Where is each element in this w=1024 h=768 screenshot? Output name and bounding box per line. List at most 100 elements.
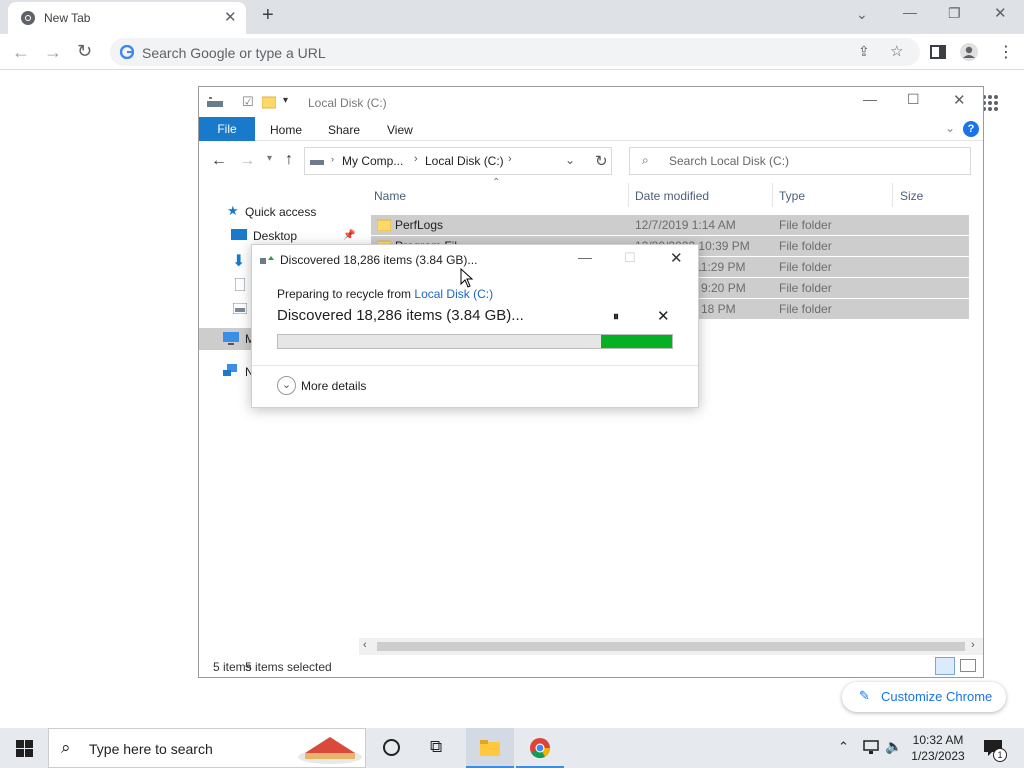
- desktop-icon: [231, 229, 247, 240]
- breadcrumb-local-disk[interactable]: Local Disk (C:): [425, 154, 504, 168]
- reload-icon[interactable]: ↻: [77, 41, 92, 62]
- taskbar-file-explorer[interactable]: [466, 728, 514, 768]
- bookmark-star-icon[interactable]: ☆: [890, 42, 903, 60]
- taskbar-search-box[interactable]: ⌕ Type here to search: [48, 728, 366, 768]
- profile-avatar-icon[interactable]: [960, 43, 978, 61]
- breadcrumb-separator-icon: ›: [508, 153, 512, 165]
- column-size[interactable]: Size: [900, 189, 923, 203]
- refresh-icon[interactable]: ↻: [595, 152, 608, 170]
- properties-icon[interactable]: ☑: [242, 94, 254, 110]
- recent-locations-icon[interactable]: ▾: [267, 153, 272, 164]
- nav-quick-access[interactable]: Quick access: [245, 205, 316, 219]
- help-icon[interactable]: ?: [963, 121, 979, 137]
- column-name[interactable]: Name: [374, 189, 406, 203]
- tab-title: New Tab: [44, 11, 91, 25]
- explorer-search-box[interactable]: ⌕ Search Local Disk (C:): [629, 147, 971, 175]
- explorer-minimize-icon[interactable]: —: [863, 91, 877, 107]
- windows-taskbar: ⌕ Type here to search ⧉ ⌃ 🔈 10:32 AM 1/2…: [0, 728, 1024, 768]
- google-apps-icon[interactable]: [982, 95, 998, 111]
- tab-close-icon[interactable]: ✕: [224, 8, 237, 26]
- google-icon: [120, 45, 134, 59]
- ribbon-tab-home[interactable]: Home: [270, 123, 302, 137]
- browser-tab[interactable]: New Tab ✕: [8, 2, 246, 34]
- cortana-icon[interactable]: [383, 739, 400, 756]
- documents-icon: [235, 278, 245, 291]
- column-divider[interactable]: [628, 183, 629, 207]
- close-window-icon[interactable]: ✕: [994, 4, 1007, 22]
- mouse-cursor-icon: [460, 268, 474, 288]
- ribbon-expand-icon[interactable]: ⌄: [945, 121, 955, 135]
- progress-bar-fill: [601, 335, 672, 348]
- file-explorer-icon: [480, 740, 500, 756]
- column-type[interactable]: Type: [779, 189, 805, 203]
- new-folder-icon[interactable]: [262, 95, 276, 109]
- address-dropdown-icon[interactable]: ⌄: [565, 153, 575, 167]
- new-tab-icon[interactable]: +: [262, 4, 274, 27]
- row-date: 18 PM: [701, 302, 736, 316]
- tab-search-chevron-icon[interactable]: ⌄: [856, 6, 868, 23]
- ribbon-tab-view[interactable]: View: [387, 123, 413, 137]
- cancel-operation-icon[interactable]: ✕: [657, 307, 670, 325]
- source-location-link[interactable]: Local Disk (C:): [414, 287, 493, 301]
- details-view-icon[interactable]: [935, 657, 955, 675]
- search-icon: ⌕: [61, 738, 71, 757]
- column-divider[interactable]: [892, 183, 893, 207]
- taskbar-clock[interactable]: 10:32 AM 1/23/2023: [906, 732, 970, 764]
- forward-icon[interactable]: →: [44, 42, 62, 63]
- downloads-icon: ⬇: [232, 253, 246, 270]
- dialog-status: Discovered 18,286 items (3.84 GB)...: [277, 307, 524, 324]
- breadcrumb-this-pc[interactable]: My Comp...: [342, 154, 403, 168]
- minimize-icon[interactable]: —: [903, 4, 917, 20]
- side-panel-icon[interactable]: [930, 44, 946, 60]
- taskbar-chrome[interactable]: [516, 728, 564, 768]
- large-icons-view-icon[interactable]: [960, 659, 976, 672]
- show-hidden-icons-icon[interactable]: ⌃: [838, 739, 849, 755]
- dialog-separator: [252, 365, 698, 366]
- network-status-icon[interactable]: [862, 740, 880, 755]
- nav-desktop[interactable]: Desktop: [253, 229, 297, 243]
- row-type: File folder: [779, 302, 832, 316]
- explorer-maximize-icon[interactable]: ☐: [907, 91, 920, 108]
- row-date: 11:29 PM: [695, 260, 746, 274]
- share-icon[interactable]: ⇪: [858, 43, 870, 60]
- more-details-chevron-icon[interactable]: ⌄: [277, 376, 296, 395]
- pause-icon[interactable]: ⏸: [613, 309, 619, 324]
- up-icon[interactable]: ↑: [285, 151, 293, 169]
- windows-start-icon[interactable]: [16, 740, 33, 757]
- dialog-close-icon[interactable]: ✕: [670, 249, 683, 267]
- explorer-forward-icon[interactable]: →: [239, 152, 255, 170]
- more-details-button[interactable]: More details: [301, 379, 366, 393]
- sort-indicator-icon: ⌃: [492, 177, 501, 188]
- folder-icon: [377, 219, 391, 231]
- scroll-left-icon[interactable]: ‹: [363, 639, 367, 651]
- explorer-back-icon[interactable]: ←: [211, 152, 227, 170]
- ribbon-tab-share[interactable]: Share: [328, 123, 360, 137]
- address-bar[interactable]: › My Comp... › Local Disk (C:) › ⌄: [304, 147, 612, 175]
- explorer-close-icon[interactable]: ✕: [953, 91, 966, 109]
- dialog-subtitle: Preparing to recycle from Local Disk (C:…: [277, 287, 494, 301]
- dialog-title: Discovered 18,286 items (3.84 GB)...: [280, 253, 478, 267]
- task-view-icon[interactable]: ⧉: [430, 737, 442, 757]
- column-divider[interactable]: [772, 183, 773, 207]
- address-drive-icon: [310, 160, 324, 165]
- scrollbar-thumb[interactable]: [377, 642, 965, 651]
- omnibox[interactable]: Search Google or type a URL ⇪ ☆: [110, 38, 920, 66]
- scroll-right-icon[interactable]: ›: [971, 639, 975, 651]
- restore-icon[interactable]: ❐: [948, 5, 961, 22]
- back-icon[interactable]: ←: [12, 42, 30, 63]
- chrome-menu-icon[interactable]: ⋮: [998, 42, 1014, 62]
- progress-copy-icon: [260, 256, 274, 264]
- volume-icon[interactable]: 🔈: [885, 738, 902, 755]
- customize-chrome-button[interactable]: ✎ Customize Chrome: [842, 682, 1006, 712]
- ribbon-tab-file[interactable]: File: [199, 117, 255, 141]
- horizontal-scrollbar[interactable]: ‹ ›: [359, 638, 983, 655]
- row-type: File folder: [779, 239, 832, 253]
- qat-dropdown-icon[interactable]: ▾: [283, 95, 288, 106]
- explorer-search-placeholder: Search Local Disk (C:): [669, 154, 790, 168]
- omnibox-placeholder: Search Google or type a URL: [142, 45, 326, 61]
- table-row[interactable]: PerfLogs 12/7/2019 1:14 AM File folder: [371, 215, 969, 235]
- row-type: File folder: [779, 218, 832, 232]
- breadcrumb-separator-icon: ›: [331, 154, 334, 164]
- dialog-minimize-icon[interactable]: —: [578, 249, 592, 265]
- column-date-modified[interactable]: Date modified: [635, 189, 709, 203]
